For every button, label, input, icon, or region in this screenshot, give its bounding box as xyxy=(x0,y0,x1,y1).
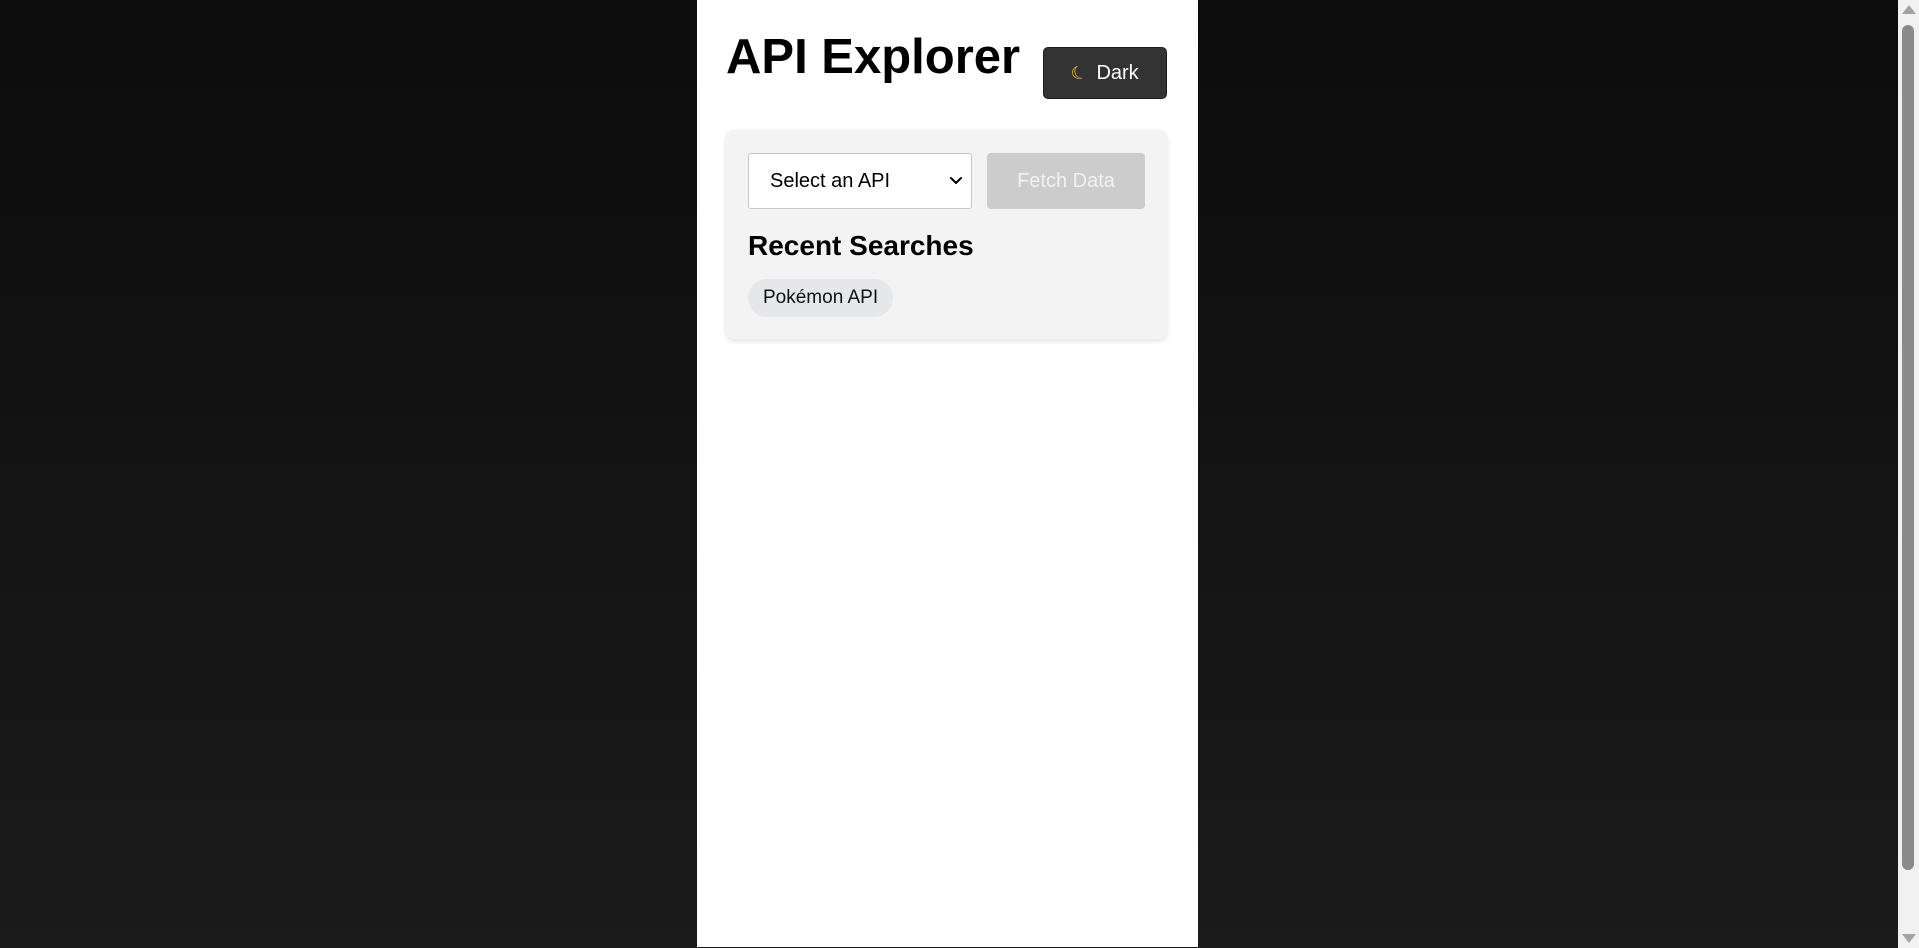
scrollbar-thumb[interactable] xyxy=(1902,25,1914,870)
recent-searches-heading: Recent Searches xyxy=(748,230,974,261)
api-controls: Select an API Fetch Data xyxy=(748,153,1145,209)
theme-toggle-label: Dark xyxy=(1096,61,1139,84)
page-title: API Explorer xyxy=(726,30,1021,84)
fetch-data-button[interactable]: Fetch Data xyxy=(987,153,1145,209)
api-select[interactable]: Select an API xyxy=(748,153,972,209)
scroll-up-arrow-icon[interactable] xyxy=(1902,5,1916,14)
app-container: API Explorer ☾ Dark Select an API Fetch … xyxy=(697,0,1198,947)
theme-toggle-button[interactable]: ☾ Dark xyxy=(1043,47,1167,99)
app-header: API Explorer ☾ Dark xyxy=(726,26,1167,100)
recent-search-chip[interactable]: Pokémon API xyxy=(748,279,894,317)
page-viewport: API Explorer ☾ Dark Select an API Fetch … xyxy=(0,0,1898,947)
api-select-value: Select an API xyxy=(770,169,891,192)
scroll-down-arrow-icon[interactable] xyxy=(1902,934,1916,943)
vertical-scrollbar[interactable] xyxy=(1898,0,1919,948)
api-panel: Select an API Fetch Data Recent Searches… xyxy=(726,130,1167,339)
recent-searches-list: Pokémon API xyxy=(748,279,894,317)
chevron-down-icon xyxy=(950,177,962,184)
moon-icon: ☾ xyxy=(1068,60,1091,85)
